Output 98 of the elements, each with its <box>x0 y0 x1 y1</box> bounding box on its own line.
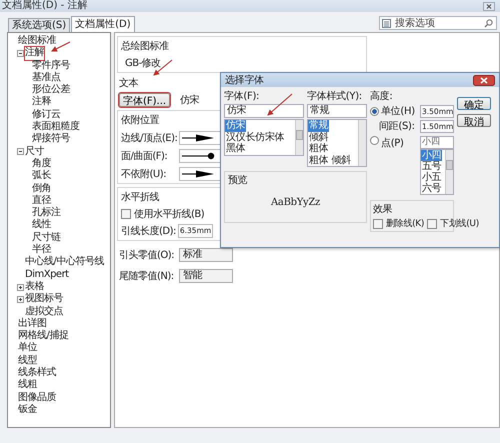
checkbox[interactable] <box>373 218 383 228</box>
tree-item[interactable]: 线条样式 <box>18 367 56 380</box>
dialog-button[interactable]: 取消 <box>457 114 491 127</box>
group-label: 预览 <box>228 174 248 187</box>
tree-item[interactable]: 表面粗糙度 <box>32 121 80 134</box>
tree-item[interactable]: 单位 <box>18 342 37 355</box>
tree-item[interactable]: 基准点 <box>32 72 60 84</box>
field-label: 边线/顶点(E): <box>121 132 178 144</box>
tree-item[interactable]: 线粗 <box>18 379 37 392</box>
scrollbar[interactable] <box>445 150 453 194</box>
dropdown[interactable]: 智能 <box>179 269 233 283</box>
dot-line-icon <box>182 152 216 160</box>
checkbox[interactable] <box>121 209 131 219</box>
tree-item[interactable]: 图像品质 <box>18 392 56 404</box>
tree-item[interactable]: 形位公差 <box>32 84 70 96</box>
tree-item[interactable]: 修订云 <box>32 108 60 122</box>
checkbox-label: 下划线(U) <box>440 218 479 230</box>
field-label: 不依附(U): <box>121 168 167 180</box>
search-icon[interactable] <box>484 18 493 28</box>
group-label: 文本 <box>118 76 138 90</box>
list-item[interactable]: 仿宋 <box>225 120 246 132</box>
tree-item[interactable]: 倒角 <box>32 182 51 195</box>
expander-icon[interactable] <box>17 50 24 57</box>
expander-icon[interactable] <box>17 284 24 291</box>
field-label: 高度: <box>370 90 392 103</box>
expander-icon[interactable] <box>17 148 24 156</box>
group-label: 依附位置 <box>121 114 159 127</box>
list-item[interactable]: 粗体 倾斜 <box>308 154 352 166</box>
dialog-button[interactable]: 确定 <box>457 97 491 110</box>
tree-item[interactable]: 线型 <box>18 354 37 368</box>
checkbox[interactable] <box>427 218 438 228</box>
tree-item[interactable]: 注解 <box>25 47 44 60</box>
checkbox-label: 使用水平折线(B) <box>134 208 204 221</box>
preview-text: AaBbYyZz <box>270 197 320 208</box>
tree-item[interactable]: 弧长 <box>32 170 51 183</box>
tree-item[interactable]: 注释 <box>32 96 51 109</box>
font-button[interactable]: 字体(F)... <box>119 93 170 107</box>
search-field[interactable]: 搜索选项 <box>379 16 497 30</box>
list-item[interactable]: 黑体 <box>225 143 246 154</box>
tree-item[interactable]: 直径 <box>32 194 51 208</box>
group-label: 水平折线 <box>121 190 159 204</box>
radio-button[interactable] <box>370 106 379 116</box>
list-item[interactable]: 倾斜 <box>308 132 330 143</box>
field-label: 引头零值(O): <box>119 248 176 262</box>
tab[interactable]: 系统选项(S) <box>8 18 70 32</box>
scrollbar[interactable] <box>295 120 303 154</box>
standard-value: GB-修改 <box>124 57 161 70</box>
close-icon[interactable] <box>473 74 495 86</box>
list-item[interactable]: 汉仪长仿宋体 <box>225 132 286 143</box>
radio-label: 点(P) <box>381 136 404 150</box>
tree-item[interactable]: 绘图标准 <box>18 35 56 48</box>
group-label: 总绘图标准 <box>121 40 168 53</box>
dropdown[interactable]: 标准 <box>179 248 233 262</box>
tree-item[interactable]: 钣金 <box>18 404 37 416</box>
leader-style-dropdown[interactable] <box>179 166 221 180</box>
expander-icon[interactable] <box>17 296 24 303</box>
list-item[interactable]: 五号 <box>421 161 442 172</box>
close-icon[interactable] <box>483 2 495 10</box>
list-item[interactable]: 六号 <box>421 183 442 194</box>
group-label: 效果 <box>373 203 392 216</box>
tree-item[interactable]: 尺寸链 <box>32 232 60 244</box>
tree-item[interactable]: 焊接符号 <box>32 133 70 146</box>
list-item[interactable]: 粗体 <box>308 143 330 154</box>
leader-style-dropdown[interactable] <box>179 130 221 144</box>
tree-item[interactable]: 中心线/中心符号线 <box>25 256 104 269</box>
field-label: 面/曲面(F): <box>121 150 168 162</box>
tree-item[interactable]: 零件序号 <box>32 60 70 72</box>
tree-item[interactable]: 半径 <box>32 244 51 256</box>
tree-item[interactable]: 孔标注 <box>32 207 60 220</box>
tree-item[interactable]: 网格线/捕捉 <box>18 330 68 342</box>
tree-item[interactable]: 出详图 <box>18 318 46 330</box>
point-size-field[interactable]: 小四 <box>420 136 454 149</box>
radio-button[interactable] <box>370 136 379 145</box>
list-item[interactable]: 小四 <box>421 150 442 161</box>
tree-item[interactable]: 表格 <box>25 280 44 294</box>
radio-label: 单位(H) <box>381 104 415 118</box>
checkbox-label: 删除线(K) <box>386 218 424 230</box>
tree-item[interactable]: DimXpert <box>25 268 69 281</box>
tab[interactable]: 文档属性(D) <box>71 16 135 32</box>
list-icon <box>382 18 391 28</box>
style-field[interactable]: 常规 <box>307 104 367 118</box>
list-item[interactable]: 小五 <box>421 172 442 183</box>
scrollbar[interactable] <box>358 120 366 166</box>
tree-item[interactable]: 尺寸 <box>25 146 44 158</box>
font-name: 仿宋 <box>179 94 200 107</box>
tree-item[interactable]: 线性 <box>32 219 51 232</box>
field-label: 尾随零值(N): <box>119 270 175 283</box>
font-field[interactable]: 仿宋 <box>224 104 304 118</box>
field-label: 间距(S): <box>378 120 415 133</box>
tree-item[interactable]: 视图标号 <box>25 293 63 306</box>
field-label: 字体(F): <box>224 90 260 103</box>
tree-item[interactable]: 角度 <box>32 158 51 170</box>
tree-item[interactable]: 虚拟交点 <box>25 306 63 318</box>
field-label: 字体样式(Y): <box>307 90 362 103</box>
field-label: 引线长度(D): <box>121 224 176 238</box>
dialog-title: 选择字体 <box>225 74 264 87</box>
list-item[interactable]: 常规 <box>308 120 330 132</box>
annotation-arrow <box>267 94 292 116</box>
